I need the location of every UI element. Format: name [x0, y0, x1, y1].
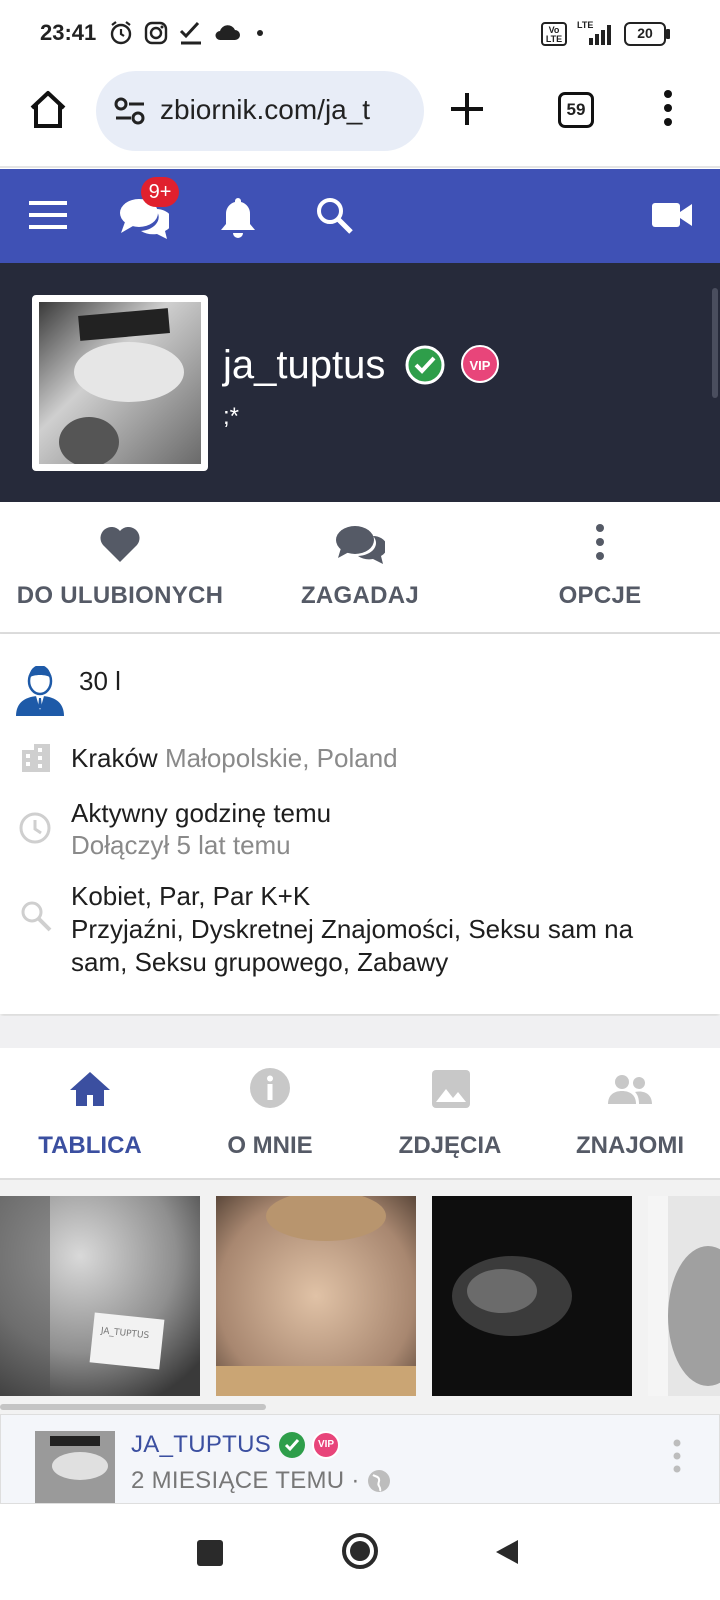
- tab-wall-label: TABLICA: [38, 1132, 142, 1159]
- volte-icon: Vo LTE: [541, 22, 567, 46]
- profile-tabs: TABLICA O MNIE ZDJĘCIA ZNAJOMI: [0, 1048, 720, 1180]
- dot-icon: [257, 30, 263, 36]
- page-scrollbar[interactable]: [712, 288, 718, 398]
- favorite-button[interactable]: DO ULUBIONYCH: [0, 502, 240, 632]
- tab-switcher-button[interactable]: 59: [558, 92, 594, 128]
- male-user-icon: [16, 666, 64, 716]
- image-icon: [432, 1070, 470, 1108]
- search-preferences-icon: [20, 900, 52, 932]
- gallery-photo[interactable]: [432, 1196, 632, 1396]
- home-icon: [69, 1070, 111, 1108]
- battery-icon: 20: [624, 22, 666, 46]
- info-icon: [250, 1068, 290, 1108]
- status-time: 23:41: [40, 20, 97, 45]
- region: Małopolskie, Poland: [164, 743, 398, 773]
- city: Kraków: [71, 743, 158, 773]
- bell-icon[interactable]: [220, 195, 256, 239]
- favorite-label: DO ULUBIONYCH: [16, 582, 224, 609]
- gallery-scrollbar[interactable]: [0, 1404, 266, 1410]
- signal-icon: [585, 22, 615, 46]
- tab-about-label: O MNIE: [227, 1132, 313, 1159]
- cloud-icon: [213, 22, 241, 42]
- post-options-icon[interactable]: [673, 1439, 681, 1473]
- interests-line-2: sam, Seksu grupowego, Zabawy: [71, 947, 449, 977]
- new-tab-icon[interactable]: [449, 91, 485, 127]
- address-bar[interactable]: zbiornik.com/ja_t: [96, 71, 424, 151]
- post-author[interactable]: JA_TUPTUS: [131, 1431, 271, 1459]
- tab-wall[interactable]: TABLICA: [0, 1048, 180, 1178]
- tab-about[interactable]: O MNIE: [180, 1048, 360, 1178]
- menu-icon[interactable]: [29, 200, 67, 230]
- home-icon[interactable]: [28, 88, 68, 130]
- location-text: Kraków Małopolskie, Poland: [71, 741, 398, 775]
- messages-badge: 9+: [141, 177, 179, 207]
- site-settings-icon[interactable]: [114, 97, 146, 125]
- profile-username: ja_tuptus: [223, 343, 386, 387]
- chat-button[interactable]: ZAGADAJ: [240, 502, 480, 632]
- tab-friends[interactable]: ZNAJOMI: [540, 1048, 720, 1178]
- more-vertical-icon[interactable]: [663, 90, 673, 126]
- vip-badge: VIP: [461, 345, 499, 383]
- tab-photos[interactable]: ZDJĘCIA: [360, 1048, 540, 1178]
- gallery-photo[interactable]: [216, 1196, 416, 1396]
- people-icon: [608, 1074, 652, 1106]
- photo-gallery: JA_TUPTUS: [0, 1180, 720, 1414]
- section-divider: [0, 1016, 720, 1048]
- verified-icon: [278, 1431, 306, 1459]
- chat-label: ZAGADAJ: [300, 582, 420, 609]
- battery-tip: [666, 29, 670, 39]
- interests-line-1: Przyjaźni, Dyskretnej Znajomości, Seksu …: [71, 914, 634, 944]
- gallery-photo[interactable]: JA_TUPTUS: [0, 1196, 200, 1396]
- recents-icon[interactable]: [197, 1540, 223, 1566]
- more-vertical-icon: [595, 524, 605, 560]
- alarm-icon: [108, 20, 134, 46]
- age-text: 30 l: [79, 666, 121, 696]
- status-bar: 23:41 Vo LTE LTE 20: [0, 0, 720, 64]
- verified-icon: [405, 345, 445, 385]
- profile-avatar[interactable]: [32, 295, 208, 471]
- joined-text: Dołączył 5 lat temu: [71, 830, 291, 860]
- profile-header: ja_tuptus VIP ;*: [0, 263, 720, 502]
- tab-photos-label: ZDJĘCIA: [398, 1132, 502, 1159]
- profile-actions: DO ULUBIONYCH ZAGADAJ OPCJE: [0, 502, 720, 634]
- options-button[interactable]: OPCJE: [480, 502, 720, 632]
- search-icon[interactable]: [315, 196, 353, 234]
- tab-friends-label: ZNAJOMI: [576, 1132, 684, 1159]
- battery-level: 20: [637, 25, 653, 41]
- check-icon: [178, 20, 204, 46]
- gallery-photo[interactable]: [648, 1196, 720, 1396]
- options-label: OPCJE: [558, 582, 642, 609]
- globe-icon: [367, 1469, 391, 1493]
- post-card: JA_TUPTUS VIP 2 MIESIĄCE TEMU ·: [0, 1414, 720, 1504]
- post-time: 2 MIESIĄCE TEMU ·: [131, 1467, 360, 1494]
- back-icon[interactable]: [494, 1538, 520, 1566]
- home-button-icon[interactable]: [341, 1532, 379, 1570]
- profile-status: ;*: [223, 403, 240, 430]
- heart-icon: [98, 524, 142, 564]
- looking-for-text: Kobiet, Par, Par K+K: [71, 881, 311, 911]
- city-icon: [20, 742, 52, 774]
- system-navigation-bar: [0, 1504, 720, 1600]
- clock-icon: [18, 811, 52, 845]
- vip-badge: VIP: [312, 1431, 340, 1459]
- active-text: Aktywny godzinę temu: [71, 798, 332, 828]
- profile-info: 30 l Kraków Małopolskie, Poland Aktywny …: [0, 634, 720, 1014]
- instagram-icon: [143, 20, 169, 46]
- url-text[interactable]: zbiornik.com/ja_t: [160, 94, 410, 126]
- chat-icon: [335, 524, 385, 566]
- tab-count: 59: [566, 100, 586, 119]
- post-avatar[interactable]: [35, 1431, 115, 1503]
- browser-toolbar: zbiornik.com/ja_t 59: [0, 64, 720, 168]
- video-camera-icon[interactable]: [652, 201, 692, 229]
- site-navbar: 9+: [0, 169, 720, 263]
